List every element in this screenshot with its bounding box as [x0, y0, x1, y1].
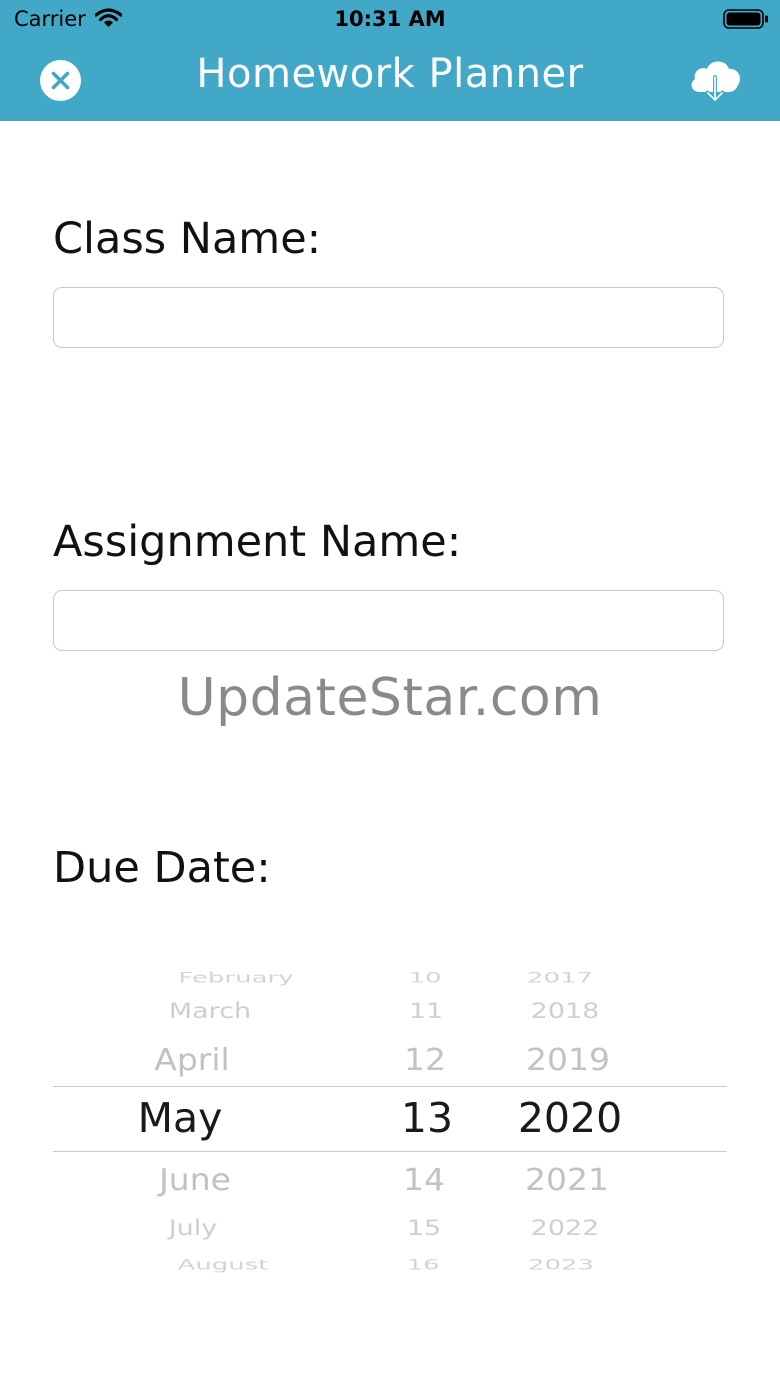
- navigation-bar: Carrier 10:31 AM Homework Planner: [0, 0, 780, 121]
- picker-month-item[interactable]: February: [178, 971, 293, 985]
- picker-selection-bottom-line: [53, 1151, 727, 1152]
- page-title: Homework Planner: [196, 51, 584, 97]
- picker-month-item[interactable]: August: [178, 1258, 269, 1272]
- picker-day-selected[interactable]: 13: [401, 1098, 453, 1139]
- assignment-name-input[interactable]: [53, 590, 724, 651]
- picker-month-item[interactable]: July: [169, 1218, 218, 1239]
- due-date-label: Due Date:: [53, 843, 271, 893]
- picker-month-selected[interactable]: May: [138, 1098, 223, 1139]
- picker-day-item[interactable]: 16: [406, 1258, 439, 1272]
- picker-year-item[interactable]: 2023: [528, 1258, 594, 1272]
- picker-day-item[interactable]: 12: [404, 1044, 446, 1074]
- battery-icon: [723, 9, 768, 29]
- picker-day-item[interactable]: 15: [407, 1218, 441, 1239]
- picker-month-item[interactable]: June: [159, 1164, 231, 1194]
- picker-year-item[interactable]: 2022: [531, 1218, 600, 1239]
- picker-year-selected[interactable]: 2020: [518, 1098, 622, 1139]
- class-name-input[interactable]: [53, 287, 724, 348]
- picker-year-item[interactable]: 2021: [525, 1164, 609, 1194]
- watermark-text: UpdateStar.com: [177, 668, 603, 728]
- picker-year-item[interactable]: 2018: [531, 1001, 600, 1022]
- picker-month-item[interactable]: April: [154, 1044, 229, 1074]
- status-bar: Carrier 10:31 AM: [0, 0, 780, 40]
- cloud-download-icon[interactable]: [688, 56, 742, 104]
- assignment-name-label: Assignment Name:: [53, 517, 462, 567]
- status-time: 10:31 AM: [334, 7, 446, 31]
- class-name-label: Class Name:: [53, 214, 322, 264]
- picker-selection-top-line: [53, 1086, 727, 1087]
- picker-year-item[interactable]: 2017: [527, 971, 593, 985]
- picker-day-item[interactable]: 11: [409, 1001, 443, 1022]
- due-date-picker[interactable]: February March April May June July Augus…: [53, 965, 727, 1272]
- picker-month-item[interactable]: March: [169, 1001, 251, 1022]
- picker-day-item[interactable]: 10: [408, 971, 441, 985]
- picker-year-item[interactable]: 2019: [526, 1044, 610, 1074]
- picker-day-item[interactable]: 14: [403, 1164, 445, 1194]
